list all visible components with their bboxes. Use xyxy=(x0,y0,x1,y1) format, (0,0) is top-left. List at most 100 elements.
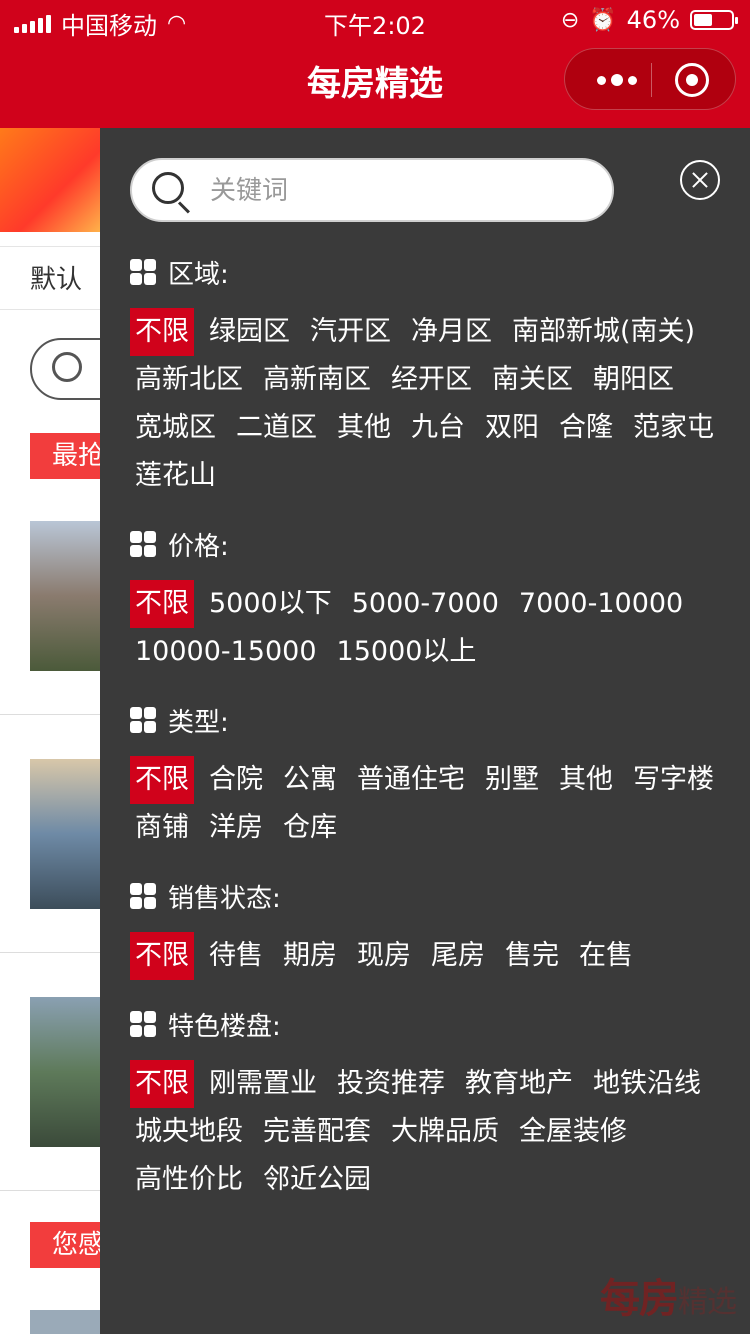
filter-option[interactable]: 其他 xyxy=(554,756,618,804)
filter-option[interactable]: 商铺 xyxy=(130,804,194,852)
filter-option[interactable]: 莲花山 xyxy=(130,452,221,500)
section-title: 特色楼盘: xyxy=(130,1006,730,1042)
grid-icon xyxy=(130,707,156,733)
filter-option[interactable]: 净月区 xyxy=(406,308,497,356)
section-title-label: 销售状态: xyxy=(168,883,281,914)
filter-option[interactable]: 15000以上 xyxy=(332,628,482,676)
filter-option[interactable]: 地铁沿线 xyxy=(588,1060,706,1108)
divider xyxy=(0,1190,100,1191)
close-icon[interactable] xyxy=(680,160,720,200)
section-tag: 您感 xyxy=(30,1222,100,1268)
filter-option-selected[interactable]: 不限 xyxy=(130,756,194,804)
filter-panel: 区域:不限绿园区汽开区净月区南部新城(南关)高新北区高新南区经开区南关区朝阳区宽… xyxy=(100,128,750,1334)
filter-section-sale-status: 销售状态: 不限 待售 期房 现房 尾房 售完 在售 xyxy=(130,878,730,980)
filter-options: 不限 绿园区 汽开区 净月区 南部新城(南关) 高新北区 高新南区 经开区 南关区 朝阳区宽城区二… xyxy=(130,308,730,500)
divider xyxy=(0,714,100,715)
filter-option[interactable]: 大牌品质 xyxy=(386,1108,504,1156)
section-title: 区域: xyxy=(130,254,730,290)
more-menu-icon[interactable] xyxy=(587,65,647,95)
battery-icon xyxy=(690,10,738,30)
filter-option[interactable]: 汽开区 xyxy=(305,308,396,356)
filter-option[interactable]: 高新北区 xyxy=(130,356,248,404)
filter-option[interactable]: 仓库 xyxy=(278,804,342,852)
filter-option[interactable]: 现房 xyxy=(352,932,416,980)
filter-option-selected[interactable]: 不限 xyxy=(130,308,194,356)
listing-thumbnail[interactable] xyxy=(30,997,100,1147)
filter-option[interactable]: 7000-10000 xyxy=(514,580,688,628)
filter-option[interactable]: 双阳 xyxy=(480,404,544,452)
filter-option[interactable]: 经开区 xyxy=(386,356,477,404)
filter-option[interactable]: 在售 xyxy=(574,932,638,980)
filter-option[interactable]: 九台 xyxy=(406,404,470,452)
filter-option[interactable]: 期房 xyxy=(278,932,342,980)
section-title: 类型: xyxy=(130,702,730,738)
banner-image xyxy=(0,128,100,232)
keyword-input[interactable] xyxy=(208,170,592,212)
filter-option[interactable]: 高性价比 xyxy=(130,1156,248,1204)
filter-option[interactable]: 合院 xyxy=(204,756,268,804)
filter-option[interactable]: 高新南区 xyxy=(258,356,376,404)
filter-option-selected[interactable]: 不限 xyxy=(130,1060,194,1108)
filter-option[interactable]: 朝阳区 xyxy=(588,356,679,404)
filter-section-featured: 特色楼盘: 不限 刚需置业 投资推荐 教育地产 地铁沿线城央地段 完善配套 大牌品质 全屋装修高… xyxy=(130,1006,730,1204)
section-title-label: 价格: xyxy=(168,531,229,562)
filter-option[interactable]: 刚需置业 xyxy=(204,1060,322,1108)
filter-option[interactable]: 5000以下 xyxy=(204,580,337,628)
sort-bar[interactable]: 默认 xyxy=(0,246,100,310)
filter-option[interactable]: 5000-7000 xyxy=(347,580,504,628)
filter-option[interactable]: 邻近公园 xyxy=(258,1156,376,1204)
filter-option[interactable]: 二道区 xyxy=(231,404,322,452)
filter-option[interactable]: 公寓 xyxy=(278,756,342,804)
brand-watermark: 每房精选 xyxy=(600,1276,737,1322)
filter-option[interactable]: 其他 xyxy=(332,404,396,452)
mini-program-capsule xyxy=(564,48,736,110)
filter-option[interactable]: 尾房 xyxy=(426,932,490,980)
filter-option[interactable]: 合隆 xyxy=(554,404,618,452)
filter-option[interactable]: 南关区 xyxy=(487,356,578,404)
listing-thumbnail[interactable] xyxy=(30,521,100,671)
filter-options: 不限 待售 期房 现房 尾房 售完 在售 xyxy=(130,932,730,980)
filter-section-region: 区域: 不限 绿园区 汽开区 净月区 南部新城(南关) 高新北区 高新南区 经开区 南关区 朝阳区宽… xyxy=(130,254,730,500)
filter-option[interactable]: 全屋装修 xyxy=(514,1108,632,1156)
section-tag: 最抢 xyxy=(30,433,100,479)
filter-option[interactable]: 10000-15000 xyxy=(130,628,322,676)
filter-option[interactable]: 范家屯 xyxy=(628,404,719,452)
top-bar: 中国移动 ◠ 下午2:02 ⊖ ⏰ 46% 每房精选 xyxy=(0,0,750,128)
filter-section-type: 类型: 不限 合院 公寓 普通住宅 别墅 其他 写字楼商铺 洋房 仓库 xyxy=(130,702,730,852)
search-icon xyxy=(52,352,82,382)
filter-option-selected[interactable]: 不限 xyxy=(130,580,194,628)
section-title-label: 类型: xyxy=(168,707,229,738)
filter-option[interactable]: 投资推荐 xyxy=(332,1060,450,1108)
filter-option[interactable]: 绿园区 xyxy=(204,308,295,356)
filter-option[interactable]: 售完 xyxy=(500,932,564,980)
section-title-label: 区域: xyxy=(168,259,229,290)
filter-option[interactable]: 教育地产 xyxy=(460,1060,578,1108)
filter-options: 不限 合院 公寓 普通住宅 别墅 其他 写字楼商铺 洋房 仓库 xyxy=(130,756,730,852)
status-bar: 中国移动 ◠ 下午2:02 ⊖ ⏰ 46% xyxy=(0,0,750,40)
capsule-divider xyxy=(651,63,652,97)
filter-option[interactable]: 城央地段 xyxy=(130,1108,248,1156)
alarm-icon: ⏰ xyxy=(589,7,617,33)
listing-thumbnail[interactable] xyxy=(30,1310,100,1334)
filter-option-selected[interactable]: 不限 xyxy=(130,932,194,980)
background-page: 默认 最抢 您感 xyxy=(0,128,100,1334)
background-search[interactable] xyxy=(30,338,100,400)
close-program-icon[interactable] xyxy=(675,63,709,97)
grid-icon xyxy=(130,531,156,557)
search-icon xyxy=(152,172,184,204)
filter-option[interactable]: 别墅 xyxy=(480,756,544,804)
filter-option[interactable]: 写字楼 xyxy=(628,756,719,804)
filter-option[interactable]: 洋房 xyxy=(204,804,268,852)
filter-option[interactable]: 普通住宅 xyxy=(352,756,470,804)
section-title: 销售状态: xyxy=(130,878,730,914)
grid-icon xyxy=(130,883,156,909)
filter-option[interactable]: 宽城区 xyxy=(130,404,221,452)
filter-option[interactable]: 完善配套 xyxy=(258,1108,376,1156)
filter-option[interactable]: 南部新城(南关) xyxy=(507,308,700,356)
grid-icon xyxy=(130,1011,156,1037)
listing-thumbnail[interactable] xyxy=(30,759,100,909)
keyword-search[interactable] xyxy=(130,158,614,222)
filter-options: 不限 5000以下 5000-7000 7000-10000 10000-15000 15… xyxy=(130,580,730,676)
filter-option[interactable]: 待售 xyxy=(204,932,268,980)
filter-options: 不限 刚需置业 投资推荐 教育地产 地铁沿线城央地段 完善配套 大牌品质 全屋装修高性价比 邻近… xyxy=(130,1060,730,1204)
